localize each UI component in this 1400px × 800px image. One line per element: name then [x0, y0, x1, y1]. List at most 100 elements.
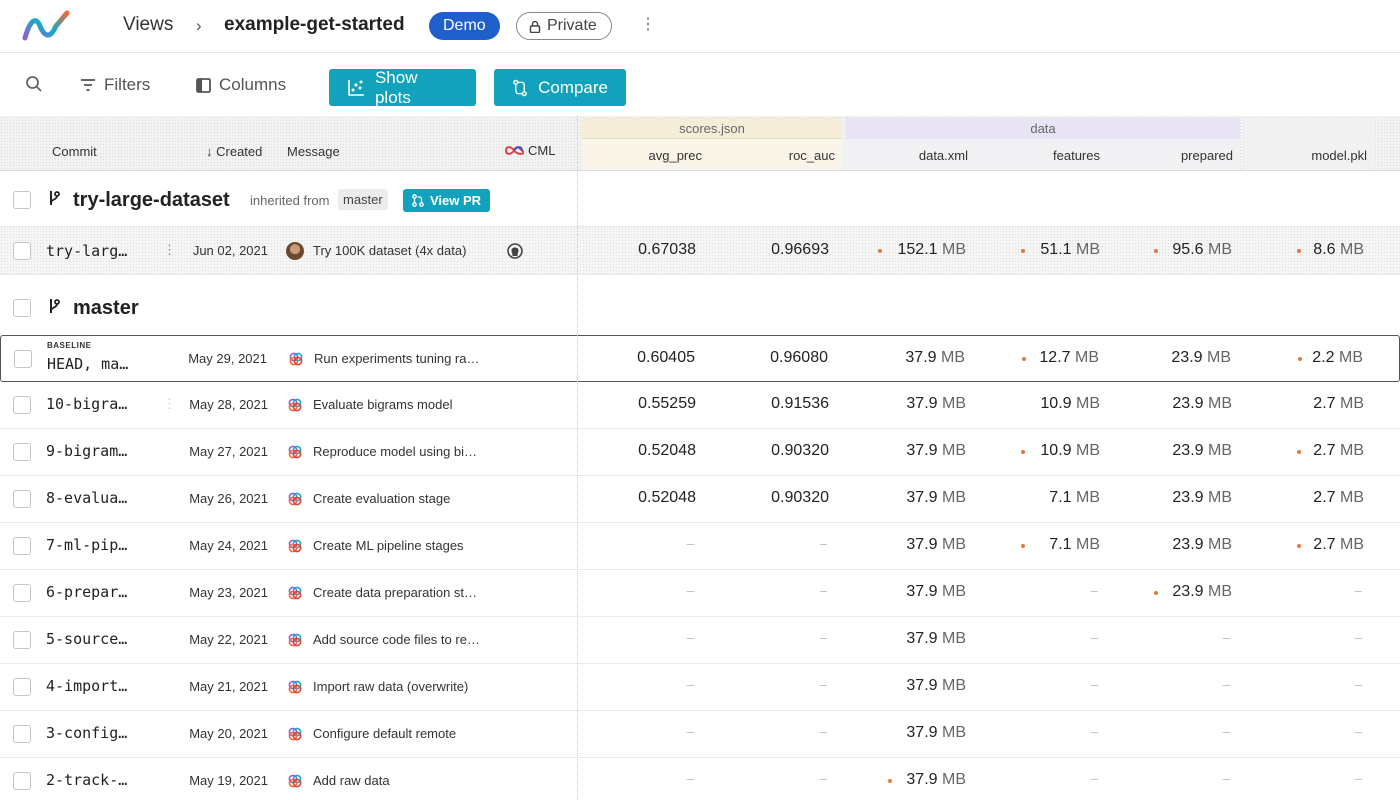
commit-message[interactable]: Run experiments tuning ra… — [314, 351, 479, 366]
column-prepared[interactable]: prepared — [1181, 148, 1233, 163]
table-row[interactable]: 10-bigra… ⋮ May 28, 2021 Evaluate bigrams m… — [0, 382, 1400, 429]
columns-button[interactable]: Columns — [196, 75, 286, 95]
row-select-checkbox[interactable] — [13, 584, 31, 602]
commit-message[interactable]: Create data preparation st… — [313, 585, 477, 600]
empty-value: – — [1354, 771, 1362, 786]
table-row[interactable]: try-larg… ⋮ Jun 02, 2021 Try 100K datase… — [0, 227, 1400, 275]
metric-avg-prec: 0.55259 — [638, 395, 696, 412]
commit-message[interactable]: Add source code files to re… — [313, 632, 480, 647]
row-select-checkbox[interactable] — [13, 443, 31, 461]
empty-value: – — [1222, 771, 1230, 786]
table-row[interactable]: 8-evalua… May 26, 2021 Create evaluation s… — [0, 476, 1400, 523]
commit-name[interactable]: 3-config… — [46, 724, 127, 742]
commit-name[interactable]: 4-import… — [46, 677, 127, 695]
commit-name[interactable]: 5-source… — [46, 630, 127, 648]
row-select-checkbox[interactable] — [13, 678, 31, 696]
column-data-xml[interactable]: data.xml — [919, 148, 968, 163]
column-divider[interactable] — [577, 116, 578, 800]
branch-select-checkbox[interactable] — [13, 191, 31, 209]
inherited-from-label: inherited from — [250, 193, 330, 208]
commit-message[interactable]: Add raw data — [313, 773, 390, 788]
table-row[interactable]: 9-bigram… May 27, 2021 Reproduce model usi… — [0, 429, 1400, 476]
metric-avg-prec: 0.52048 — [638, 442, 696, 459]
column-commit[interactable]: Commit — [52, 144, 97, 159]
dvc-commit-icon — [288, 492, 302, 506]
row-more-icon[interactable]: ⋮ — [163, 242, 176, 258]
row-select-checkbox[interactable] — [13, 396, 31, 414]
search-button[interactable] — [25, 75, 43, 93]
commit-date: May 19, 2021 — [189, 773, 268, 788]
table-row[interactable]: 5-source… May 22, 2021 Add source code fil… — [0, 617, 1400, 664]
column-message[interactable]: Message — [287, 144, 340, 159]
project-title: example-get-started — [224, 14, 405, 35]
size-model-pkl: 2.7 MB — [1313, 489, 1364, 506]
row-select-checkbox[interactable] — [13, 242, 31, 260]
commit-date: May 21, 2021 — [189, 679, 268, 694]
row-select-checkbox[interactable] — [13, 537, 31, 555]
commit-message[interactable]: Try 100K dataset (4x data) — [313, 243, 466, 258]
commit-date: May 27, 2021 — [189, 444, 268, 459]
dvc-studio-logo-icon[interactable] — [22, 10, 70, 42]
commit-name[interactable]: try-larg… — [46, 242, 127, 260]
empty-value: – — [1090, 583, 1098, 598]
cml-infinity-icon — [504, 146, 524, 155]
filters-button[interactable]: Filters — [80, 75, 150, 95]
commit-message[interactable]: Create ML pipeline stages — [313, 538, 464, 553]
view-pr-button[interactable]: View PR — [403, 189, 491, 212]
commit-message[interactable]: Create evaluation stage — [313, 491, 450, 506]
table-row[interactable]: 4-import… May 21, 2021 Import raw data (ov… — [0, 664, 1400, 711]
github-icon[interactable] — [507, 243, 523, 259]
breadcrumb-views[interactable]: Views — [123, 14, 173, 36]
commit-message[interactable]: Reproduce model using bi… — [313, 444, 477, 459]
show-plots-button[interactable]: Show plots — [329, 68, 476, 107]
row-select-checkbox[interactable] — [13, 725, 31, 743]
row-select-checkbox[interactable] — [13, 772, 31, 790]
commit-name[interactable]: 9-bigram… — [46, 442, 127, 460]
baseline-row[interactable]: BASELINE HEAD, ma… May 29, 2021 Run experim… — [0, 335, 1400, 382]
empty-value: – — [1090, 677, 1098, 692]
commit-message[interactable]: Import raw data (overwrite) — [313, 679, 468, 694]
column-features[interactable]: features — [1053, 148, 1100, 163]
empty-value: – — [686, 630, 694, 645]
column-created[interactable]: ↓ Created — [206, 144, 262, 159]
column-created-label: Created — [216, 144, 263, 159]
table-row[interactable]: 3-config… May 20, 2021 Configure default r… — [0, 711, 1400, 758]
table-row[interactable]: 2-track-… May 19, 2021 Add raw data – – 37.9 … — [0, 758, 1400, 800]
table-row[interactable]: 7-ml-pip… May 24, 2021 Create ML pipeline … — [0, 523, 1400, 570]
row-select-checkbox[interactable] — [14, 350, 32, 368]
commit-name[interactable]: 7-ml-pip… — [46, 536, 127, 554]
changed-indicator-dot — [1297, 544, 1301, 548]
branch-name: try-large-dataset — [73, 189, 230, 211]
compare-button[interactable]: Compare — [494, 69, 626, 106]
row-more-icon[interactable]: ⋮ — [163, 396, 176, 412]
commit-name[interactable]: 8-evalua… — [46, 489, 127, 507]
row-select-checkbox[interactable] — [13, 631, 31, 649]
inherited-branch-chip[interactable]: master — [338, 189, 388, 210]
empty-value: – — [686, 536, 694, 551]
column-avg-prec[interactable]: avg_prec — [649, 148, 702, 163]
project-more-icon[interactable]: ⋮ — [640, 14, 656, 36]
size-data-xml: 152.1 MB — [897, 241, 967, 258]
column-model-pkl[interactable]: model.pkl — [1311, 148, 1367, 163]
sort-descending-icon: ↓ — [206, 144, 213, 159]
empty-value: – — [1090, 771, 1098, 786]
column-roc-auc[interactable]: roc_auc — [789, 148, 835, 163]
column-cml[interactable]: CML — [504, 143, 555, 158]
commit-name[interactable]: 10-bigra… — [46, 395, 127, 413]
size-data-xml: 37.9 MB — [906, 724, 966, 741]
commit-message[interactable]: Evaluate bigrams model — [313, 397, 452, 412]
size-features: 10.9 MB — [1040, 395, 1100, 412]
commit-name[interactable]: HEAD, ma… — [47, 355, 128, 373]
row-select-checkbox[interactable] — [13, 490, 31, 508]
view-pr-label: View PR — [430, 193, 482, 208]
empty-value: – — [686, 771, 694, 786]
table-row[interactable]: 6-prepar… May 23, 2021 Create data prepara… — [0, 570, 1400, 617]
size-data-xml: 37.9 MB — [906, 677, 966, 694]
commit-name[interactable]: 6-prepar… — [46, 583, 127, 601]
commit-name[interactable]: 2-track-… — [46, 771, 127, 789]
changed-indicator-dot — [888, 779, 892, 783]
changed-indicator-dot — [1154, 591, 1158, 595]
size-model-pkl: 2.7 MB — [1313, 395, 1364, 412]
branch-select-checkbox[interactable] — [13, 299, 31, 317]
commit-message[interactable]: Configure default remote — [313, 726, 456, 741]
